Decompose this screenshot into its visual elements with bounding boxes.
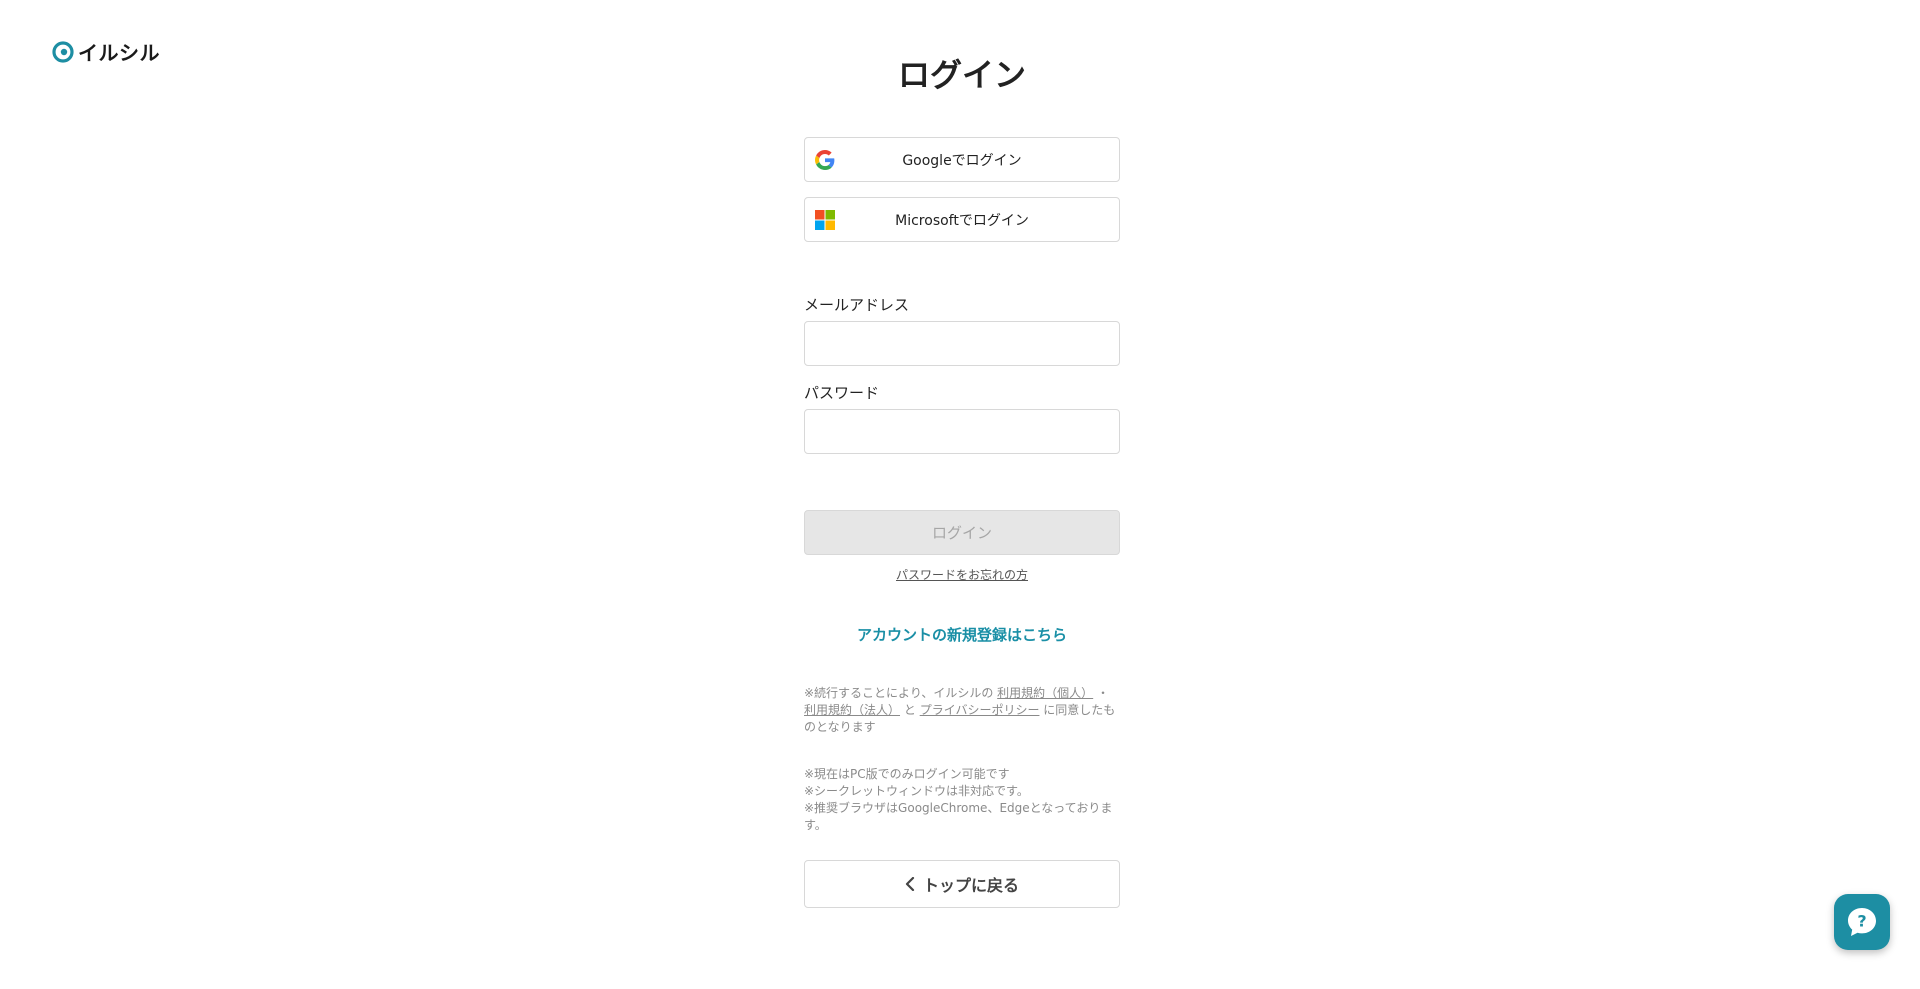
logo-mark-icon bbox=[52, 40, 74, 63]
forgot-password-link[interactable]: パスワードをお忘れの方 bbox=[804, 566, 1120, 583]
terms-separator: ・ bbox=[1097, 686, 1110, 700]
back-to-top-label: トップに戻る bbox=[922, 876, 1019, 895]
note-item: ※現在はPC版でのみログイン可能です bbox=[804, 767, 1010, 781]
note-item: ※推奨ブラウザはGoogleChrome、Edgeとなっております。 bbox=[804, 801, 1113, 832]
password-label: パスワード bbox=[804, 384, 880, 402]
back-to-top-button[interactable]: トップに戻る bbox=[804, 860, 1120, 908]
logo[interactable]: イルシル bbox=[52, 37, 160, 66]
chevron-left-icon bbox=[905, 877, 915, 891]
signup-link[interactable]: アカウントの新規登録はこちら bbox=[804, 624, 1120, 645]
google-icon bbox=[815, 150, 835, 170]
google-login-button[interactable]: Googleでログイン bbox=[804, 137, 1120, 182]
privacy-policy-link[interactable]: プライバシーポリシー bbox=[920, 703, 1040, 717]
help-chat-button[interactable]: ? bbox=[1834, 894, 1890, 950]
google-login-label: Googleでログイン bbox=[902, 152, 1022, 169]
notes: ※現在はPC版でのみログイン可能です ※シークレットウィンドウは非対応です。 ※… bbox=[804, 766, 1120, 834]
page-title: ログイン bbox=[897, 56, 1026, 94]
email-field[interactable] bbox=[804, 321, 1120, 366]
svg-text:?: ? bbox=[1857, 912, 1866, 931]
terms-corporate-link[interactable]: 利用規約（法人） bbox=[804, 703, 900, 717]
help-question-icon: ? bbox=[1848, 908, 1876, 936]
terms-and: と bbox=[903, 703, 916, 717]
note-item: ※シークレットウィンドウは非対応です。 bbox=[804, 784, 1029, 798]
terms-prefix: ※続行することにより、イルシルの bbox=[804, 686, 994, 700]
microsoft-login-button[interactable]: Microsoftでログイン bbox=[804, 197, 1120, 242]
login-button[interactable]: ログイン bbox=[804, 510, 1120, 555]
logo-text: イルシル bbox=[78, 41, 160, 65]
microsoft-login-label: Microsoftでログイン bbox=[895, 212, 1029, 229]
email-label: メールアドレス bbox=[804, 296, 910, 314]
password-field[interactable] bbox=[804, 409, 1120, 454]
terms-notice: ※続行することにより、イルシルの 利用規約（個人） ・利用規約（法人） と プラ… bbox=[804, 685, 1120, 736]
terms-personal-link[interactable]: 利用規約（個人） bbox=[997, 686, 1093, 700]
microsoft-icon bbox=[815, 210, 835, 230]
